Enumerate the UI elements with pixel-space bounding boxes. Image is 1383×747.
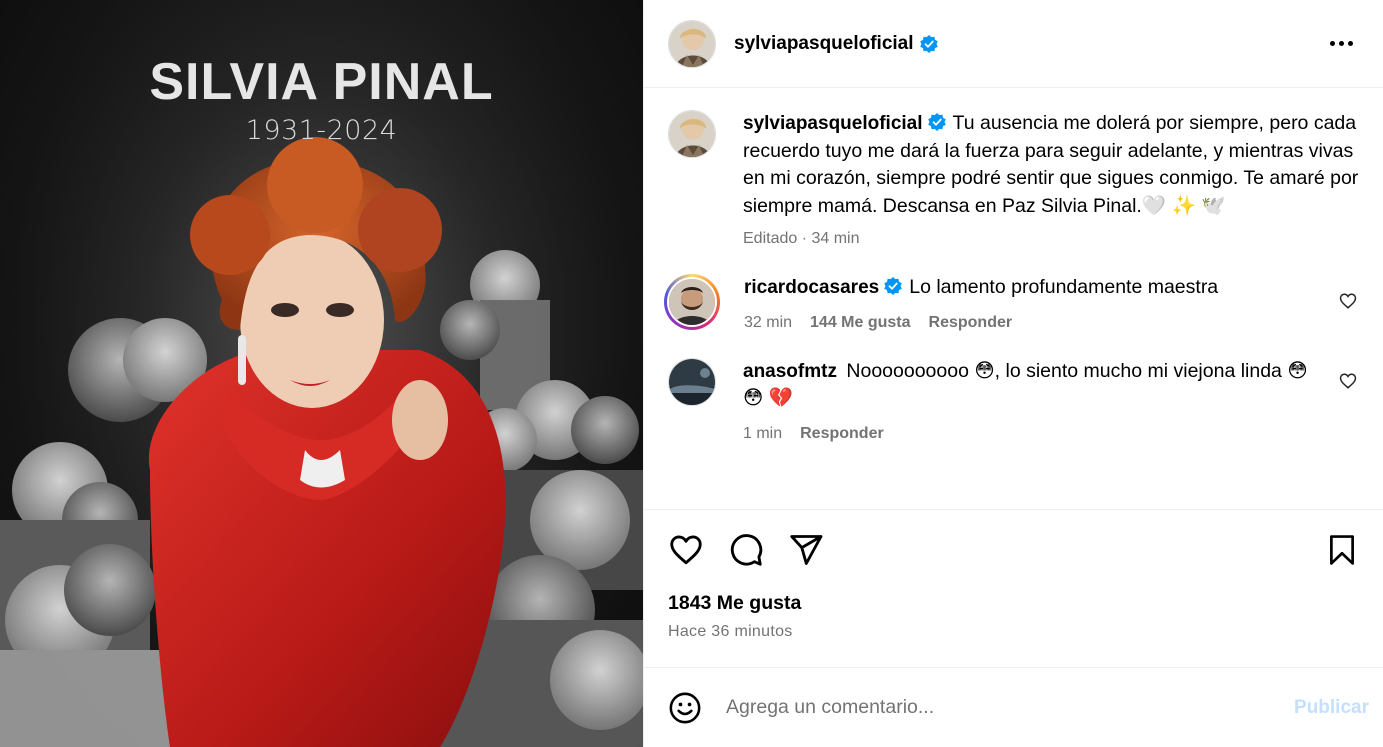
more-options-button[interactable] bbox=[1324, 35, 1359, 52]
heart-icon bbox=[670, 535, 702, 564]
post-header: sylviapasqueloficial bbox=[644, 0, 1383, 88]
instagram-post: SILVIA PINAL 1931-2024 sylviapasquelofic… bbox=[0, 0, 1383, 747]
more-horizontal-icon bbox=[1330, 41, 1335, 46]
post-timestamp: Hace 36 minutos bbox=[668, 623, 793, 640]
author-avatar[interactable] bbox=[668, 19, 716, 68]
author-avatar[interactable] bbox=[668, 110, 716, 158]
save-button[interactable] bbox=[1325, 533, 1359, 567]
like-comment-heart-icon[interactable] bbox=[1339, 292, 1357, 310]
add-comment-bar: Publicar bbox=[644, 667, 1383, 747]
comment-button[interactable] bbox=[728, 532, 764, 568]
author-username[interactable]: sylviapasqueloficial bbox=[734, 33, 914, 55]
caption-meta: Editado · 34 min bbox=[743, 230, 860, 247]
post-panel: sylviapasqueloficial sylviapasqueloficia… bbox=[643, 0, 1383, 747]
share-button[interactable] bbox=[788, 532, 824, 568]
verified-badge-icon bbox=[884, 277, 903, 295]
comment-username[interactable]: anasofmtz bbox=[743, 361, 837, 382]
emoji-picker-button[interactable] bbox=[668, 691, 702, 725]
commenter-avatar[interactable] bbox=[668, 357, 716, 406]
comment-item: anasofmtz Noooooooooo 😳, lo siento mucho… bbox=[668, 357, 1359, 443]
like-comment-heart-icon[interactable] bbox=[1339, 372, 1357, 390]
memorial-years: 1931-2024 bbox=[245, 115, 398, 146]
reply-button[interactable]: Responder bbox=[800, 425, 884, 443]
reply-button[interactable]: Responder bbox=[929, 314, 1013, 332]
likes-section: 1843 Me gusta Hace 36 minutos bbox=[644, 589, 1383, 667]
comment-item: ricardocasares Lo lamento profundamente m… bbox=[664, 274, 1359, 332]
comment-likes-link[interactable]: 144 Me gusta bbox=[810, 314, 910, 332]
send-icon bbox=[790, 534, 823, 565]
story-ring-avatar[interactable] bbox=[664, 274, 720, 330]
comment-input[interactable] bbox=[726, 696, 1295, 719]
memorial-title: SILVIA PINAL bbox=[149, 53, 494, 111]
comment-username[interactable]: ricardocasares bbox=[744, 277, 879, 298]
verified-badge-icon bbox=[919, 34, 938, 53]
like-button[interactable] bbox=[668, 532, 704, 568]
post-image[interactable]: SILVIA PINAL 1931-2024 bbox=[0, 0, 643, 747]
comment-text: Lo lamento profundamente maestra bbox=[909, 276, 1219, 298]
bookmark-icon bbox=[1330, 534, 1354, 565]
smiley-icon bbox=[669, 692, 701, 723]
comment-time: 1 min bbox=[743, 424, 783, 442]
verified-badge-icon bbox=[927, 113, 946, 131]
post-caption: sylviapasqueloficial Tu ausencia me doler… bbox=[668, 110, 1359, 248]
caption-username[interactable]: sylviapasqueloficial bbox=[743, 113, 923, 134]
publish-button[interactable]: Publicar bbox=[1294, 697, 1369, 719]
comments-section: sylviapasqueloficial Tu ausencia me doler… bbox=[644, 88, 1383, 509]
comment-time: 32 min bbox=[744, 313, 793, 331]
action-bar bbox=[644, 509, 1383, 589]
memorial-collage-illustration bbox=[0, 0, 643, 747]
comment-icon bbox=[730, 533, 763, 566]
likes-count[interactable]: 1843 Me gusta bbox=[668, 592, 1359, 615]
